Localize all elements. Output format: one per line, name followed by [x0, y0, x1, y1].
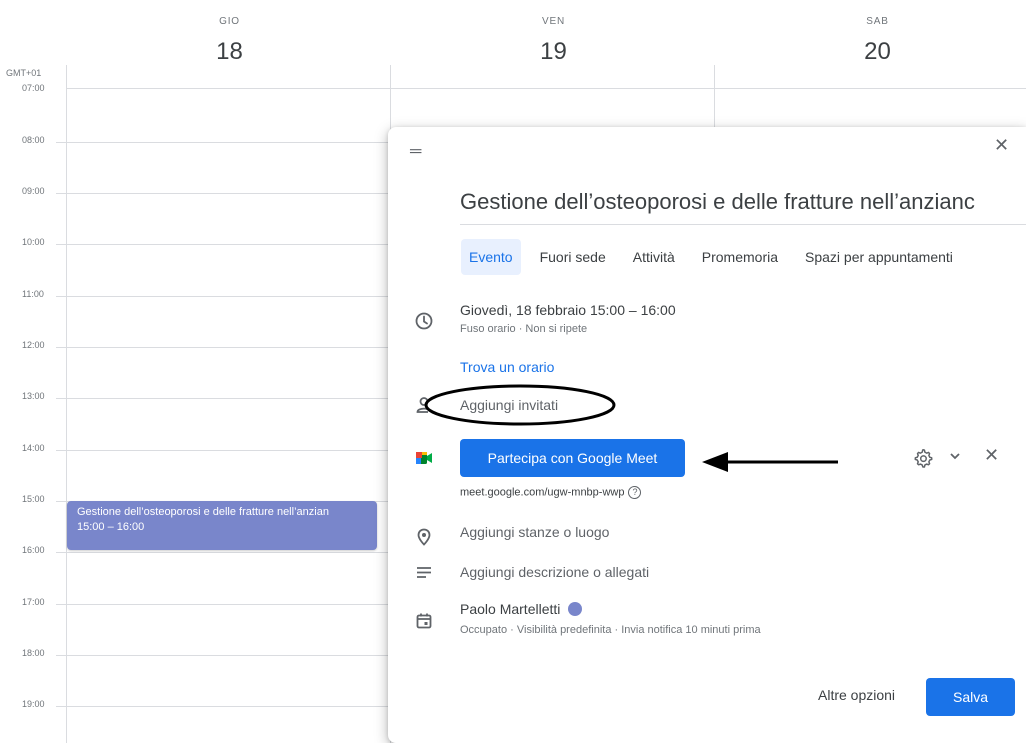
description-icon [417, 567, 431, 578]
google-meet-icon [416, 452, 432, 464]
tab-fuori-sede[interactable]: Fuori sede [532, 239, 614, 275]
hour-label: 14:00 [22, 443, 49, 453]
add-description-input[interactable]: Aggiungi descrizione o allegati [460, 564, 649, 580]
owner-name: Paolo Martelletti [460, 601, 561, 617]
day-header-fri[interactable]: VEN 19 [392, 0, 715, 66]
hour-label: 11:00 [22, 289, 48, 299]
day-header-thu[interactable]: GIO 18 [68, 0, 391, 66]
close-icon[interactable]: ✕ [994, 135, 1009, 156]
calendar-owner-selector[interactable]: Paolo Martelletti [460, 601, 583, 617]
find-time-link[interactable]: Trova un orario [460, 359, 554, 375]
event-block[interactable]: Gestione dell’osteoporosi e delle frattu… [67, 501, 377, 550]
save-button[interactable]: Salva [926, 678, 1015, 716]
day-number[interactable]: 20 [716, 38, 1026, 66]
day-header-sat[interactable]: SAB 20 [716, 0, 1026, 66]
timezone-repeat-options[interactable]: Fuso orario · Non si ripete [460, 323, 587, 335]
drag-handle-icon[interactable]: ═ [410, 143, 421, 161]
join-google-meet-button[interactable]: Partecipa con Google Meet [460, 439, 685, 477]
hour-label: 16:00 [22, 545, 49, 555]
meet-link[interactable]: meet.google.com/ugw-mnbp-wwp [460, 486, 624, 498]
day-of-week: VEN [542, 16, 565, 27]
date-time-selector[interactable]: Giovedì, 18 febbraio 15:00 – 16:00 [460, 302, 676, 318]
hour-label: 10:00 [22, 237, 49, 247]
add-guests-input[interactable]: Aggiungi invitati [460, 397, 558, 413]
more-options-button[interactable]: Altre opzioni [818, 687, 895, 703]
event-dialog: ═ ✕ Gestione dell’osteoporosi e delle fr… [388, 127, 1026, 743]
day-number[interactable]: 19 [392, 38, 715, 66]
add-location-input[interactable]: Aggiungi stanze o luogo [460, 524, 609, 540]
timezone-label: GMT+01 [6, 68, 42, 78]
clock-icon [415, 312, 433, 330]
tab-promemoria[interactable]: Promemoria [694, 239, 786, 275]
hour-label: 09:00 [22, 186, 49, 196]
tab-spazi-appuntamenti[interactable]: Spazi per appuntamenti [797, 239, 961, 275]
calendar-color-dot [568, 602, 583, 616]
help-icon[interactable]: ? [628, 486, 642, 499]
day-number[interactable]: 18 [68, 38, 391, 66]
event-block-time: 15:00 – 16:00 [77, 521, 145, 533]
hour-label: 17:00 [22, 597, 49, 607]
hour-label: 07:00 [22, 83, 45, 91]
event-block-title: Gestione dell’osteoporosi e delle frattu… [77, 506, 329, 518]
title-underline [460, 224, 1026, 225]
allday-divider [66, 88, 1026, 89]
hour-label: 19:00 [22, 699, 49, 709]
gear-icon[interactable] [912, 447, 934, 469]
day-of-week: GIO [219, 16, 240, 27]
day-of-week: SAB [866, 16, 889, 27]
remove-meet-close-icon[interactable]: ✕ [984, 445, 999, 466]
calendar-icon [416, 613, 432, 629]
hour-label: 08:00 [22, 135, 49, 145]
hour-label: 13:00 [22, 391, 49, 401]
location-pin-icon [417, 528, 431, 546]
event-title-input[interactable]: Gestione dell’osteoporosi e delle frattu… [460, 189, 1022, 215]
meet-link-row: meet.google.com/ugw-mnbp-wwp? [460, 486, 642, 499]
tab-attivita[interactable]: Attività [625, 239, 683, 275]
event-type-tabs: Evento Fuori sede Attività Promemoria Sp… [461, 239, 972, 275]
availability-visibility-notification[interactable]: Occupato · Visibilità predefinita · Invi… [460, 624, 761, 636]
hour-label: 18:00 [22, 648, 49, 658]
hour-label: 12:00 [22, 340, 49, 350]
tab-evento[interactable]: Evento [461, 239, 521, 275]
chevron-down-icon[interactable] [948, 449, 962, 463]
hour-label: 15:00 [22, 494, 49, 504]
person-icon [414, 395, 434, 415]
